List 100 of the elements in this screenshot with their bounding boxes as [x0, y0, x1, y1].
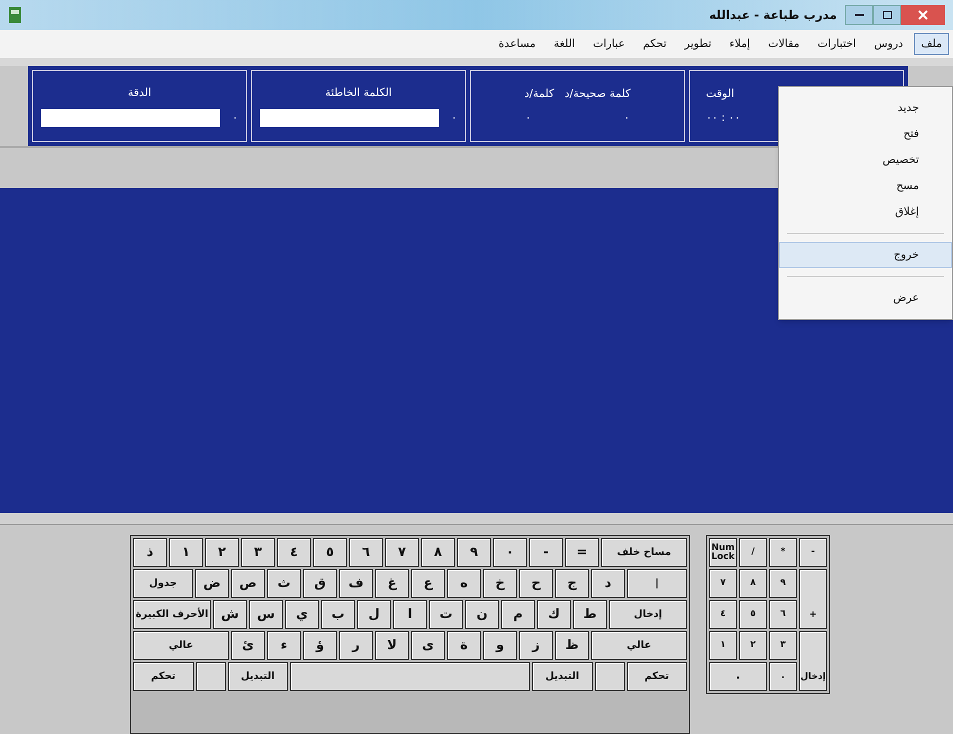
numpad-key[interactable]: ٩ [769, 569, 797, 598]
keyboard-key[interactable]: ن [465, 600, 499, 629]
keyboard-key[interactable]: ض [195, 569, 229, 598]
blank-key[interactable] [594, 662, 624, 691]
keyboard-key[interactable]: ئ [231, 631, 265, 660]
keyboard-key[interactable]: تحكم [133, 662, 194, 691]
menu-item[interactable]: تطوير [678, 33, 718, 55]
keyboard-key[interactable]: خ [483, 569, 517, 598]
keyboard-key[interactable]: ط [573, 600, 607, 629]
keyboard-key[interactable]: ه [447, 569, 481, 598]
keyboard-key[interactable]: د [591, 569, 625, 598]
dropdown-item[interactable]: إغلاق [779, 199, 952, 225]
keyboard-key[interactable]: = [565, 538, 599, 567]
numpad-key[interactable]: / [739, 538, 767, 567]
keyboard-key[interactable]: ة [447, 631, 481, 660]
keyboard-key[interactable]: ز [519, 631, 553, 660]
close-icon [918, 10, 928, 20]
numpad-key[interactable]: إدخال [799, 631, 827, 691]
keyboard-key[interactable]: ع [411, 569, 445, 598]
numpad-key[interactable]: . [769, 662, 797, 691]
menu-item[interactable]: دروس [867, 33, 910, 55]
keyboard-key[interactable]: ٦ [349, 538, 383, 567]
blank-key[interactable] [196, 662, 226, 691]
menu-item[interactable]: مقالات [761, 33, 807, 55]
dropdown-item[interactable]: جديد [779, 95, 952, 121]
keyboard-key[interactable]: ا [393, 600, 427, 629]
numpad-key[interactable]: ٦ [769, 600, 797, 629]
keyboard-key[interactable]: التبديل [228, 662, 288, 691]
keyboard-key[interactable]: تحكم [626, 662, 687, 691]
dropdown-item[interactable]: خروج [779, 242, 952, 268]
numpad-key[interactable]: ١ [709, 631, 737, 660]
numpad-key[interactable]: ٤ [709, 600, 737, 629]
menu-item[interactable]: إملاء [722, 33, 758, 55]
keyboard-key[interactable]: ٧ [385, 538, 419, 567]
dropdown-item[interactable]: تخصيص [779, 147, 952, 173]
numpad-key[interactable]: ٨ [739, 569, 767, 598]
keyboard-key[interactable]: ح [519, 569, 553, 598]
keyboard-key[interactable]: ث [267, 569, 301, 598]
dropdown-item[interactable]: مسح [779, 173, 952, 199]
keyboard-key[interactable]: غ [375, 569, 409, 598]
menu-item[interactable]: اختبارات [810, 33, 864, 55]
keyboard-key[interactable]: | [627, 569, 687, 598]
keyboard-key[interactable]: ي [285, 600, 319, 629]
stat-label: الوقت [706, 86, 734, 102]
minimize-button[interactable] [845, 5, 873, 25]
keyboard-key[interactable]: ى [411, 631, 445, 660]
keyboard-key[interactable]: ٣ [241, 538, 275, 567]
numpad-key[interactable]: ٣ [769, 631, 797, 660]
numpad-key[interactable]: + [799, 569, 827, 629]
keyboard-key[interactable]: الأحرف الكبيرة [133, 600, 211, 629]
menu-item[interactable]: مساعدة [492, 33, 543, 55]
keyboard-key[interactable]: ٢ [205, 538, 239, 567]
maximize-button[interactable] [873, 5, 901, 25]
keyboard-key[interactable]: ك [537, 600, 571, 629]
menu-item[interactable]: تحكم [636, 33, 674, 55]
numpad-key[interactable]: * [769, 538, 797, 567]
keyboard-key[interactable]: ء [267, 631, 301, 660]
close-button[interactable] [901, 5, 945, 25]
app-icon [8, 6, 22, 24]
numpad-key[interactable]: ٧ [709, 569, 737, 598]
keyboard-key[interactable]: م [501, 600, 535, 629]
keyboard-key[interactable]: ف [339, 569, 373, 598]
numpad-key[interactable]: - [799, 538, 827, 567]
keyboard-key[interactable]: ذ [133, 538, 167, 567]
keyboard-key[interactable]: ١ [169, 538, 203, 567]
keyboard-key[interactable]: س [249, 600, 283, 629]
dropdown-item[interactable]: عرض [779, 285, 952, 311]
keyboard-key[interactable]: عالي [591, 631, 687, 660]
keyboard-key[interactable]: ٨ [421, 538, 455, 567]
keyboard-key[interactable]: ٠ [493, 538, 527, 567]
keyboard-key[interactable]: ش [213, 600, 247, 629]
keyboard-key[interactable]: إدخال [609, 600, 687, 629]
menu-item[interactable]: عبارات [586, 33, 632, 55]
keyboard-key[interactable]: مساح خلف [601, 538, 687, 567]
menu-item[interactable]: اللغة [546, 33, 582, 55]
menu-item[interactable]: ملف [914, 33, 949, 55]
keyboard-key[interactable]: - [529, 538, 563, 567]
numpad-key[interactable]: ٢ [739, 631, 767, 660]
keyboard-key[interactable]: ق [303, 569, 337, 598]
keyboard-key[interactable]: ر [339, 631, 373, 660]
keyboard-key[interactable]: لا [375, 631, 409, 660]
keyboard-key[interactable]: التبديل [532, 662, 592, 691]
space-key[interactable] [290, 662, 530, 691]
keyboard-key[interactable]: و [483, 631, 517, 660]
dropdown-item[interactable]: فتح [779, 121, 952, 147]
keyboard-key[interactable]: ت [429, 600, 463, 629]
keyboard-key[interactable]: ؤ [303, 631, 337, 660]
keyboard-key[interactable]: ظ [555, 631, 589, 660]
numpad-key[interactable]: ٠ [709, 662, 767, 691]
keyboard-key[interactable]: ٥ [313, 538, 347, 567]
numpad-key[interactable]: ٥ [739, 600, 767, 629]
keyboard-key[interactable]: ب [321, 600, 355, 629]
numpad-key[interactable]: Num Lock [709, 538, 737, 567]
keyboard-key[interactable]: عالي [133, 631, 229, 660]
keyboard-key[interactable]: ج [555, 569, 589, 598]
keyboard-key[interactable]: ٤ [277, 538, 311, 567]
keyboard-key[interactable]: ل [357, 600, 391, 629]
keyboard-key[interactable]: جدول [133, 569, 193, 598]
keyboard-key[interactable]: ص [231, 569, 265, 598]
keyboard-key[interactable]: ٩ [457, 538, 491, 567]
